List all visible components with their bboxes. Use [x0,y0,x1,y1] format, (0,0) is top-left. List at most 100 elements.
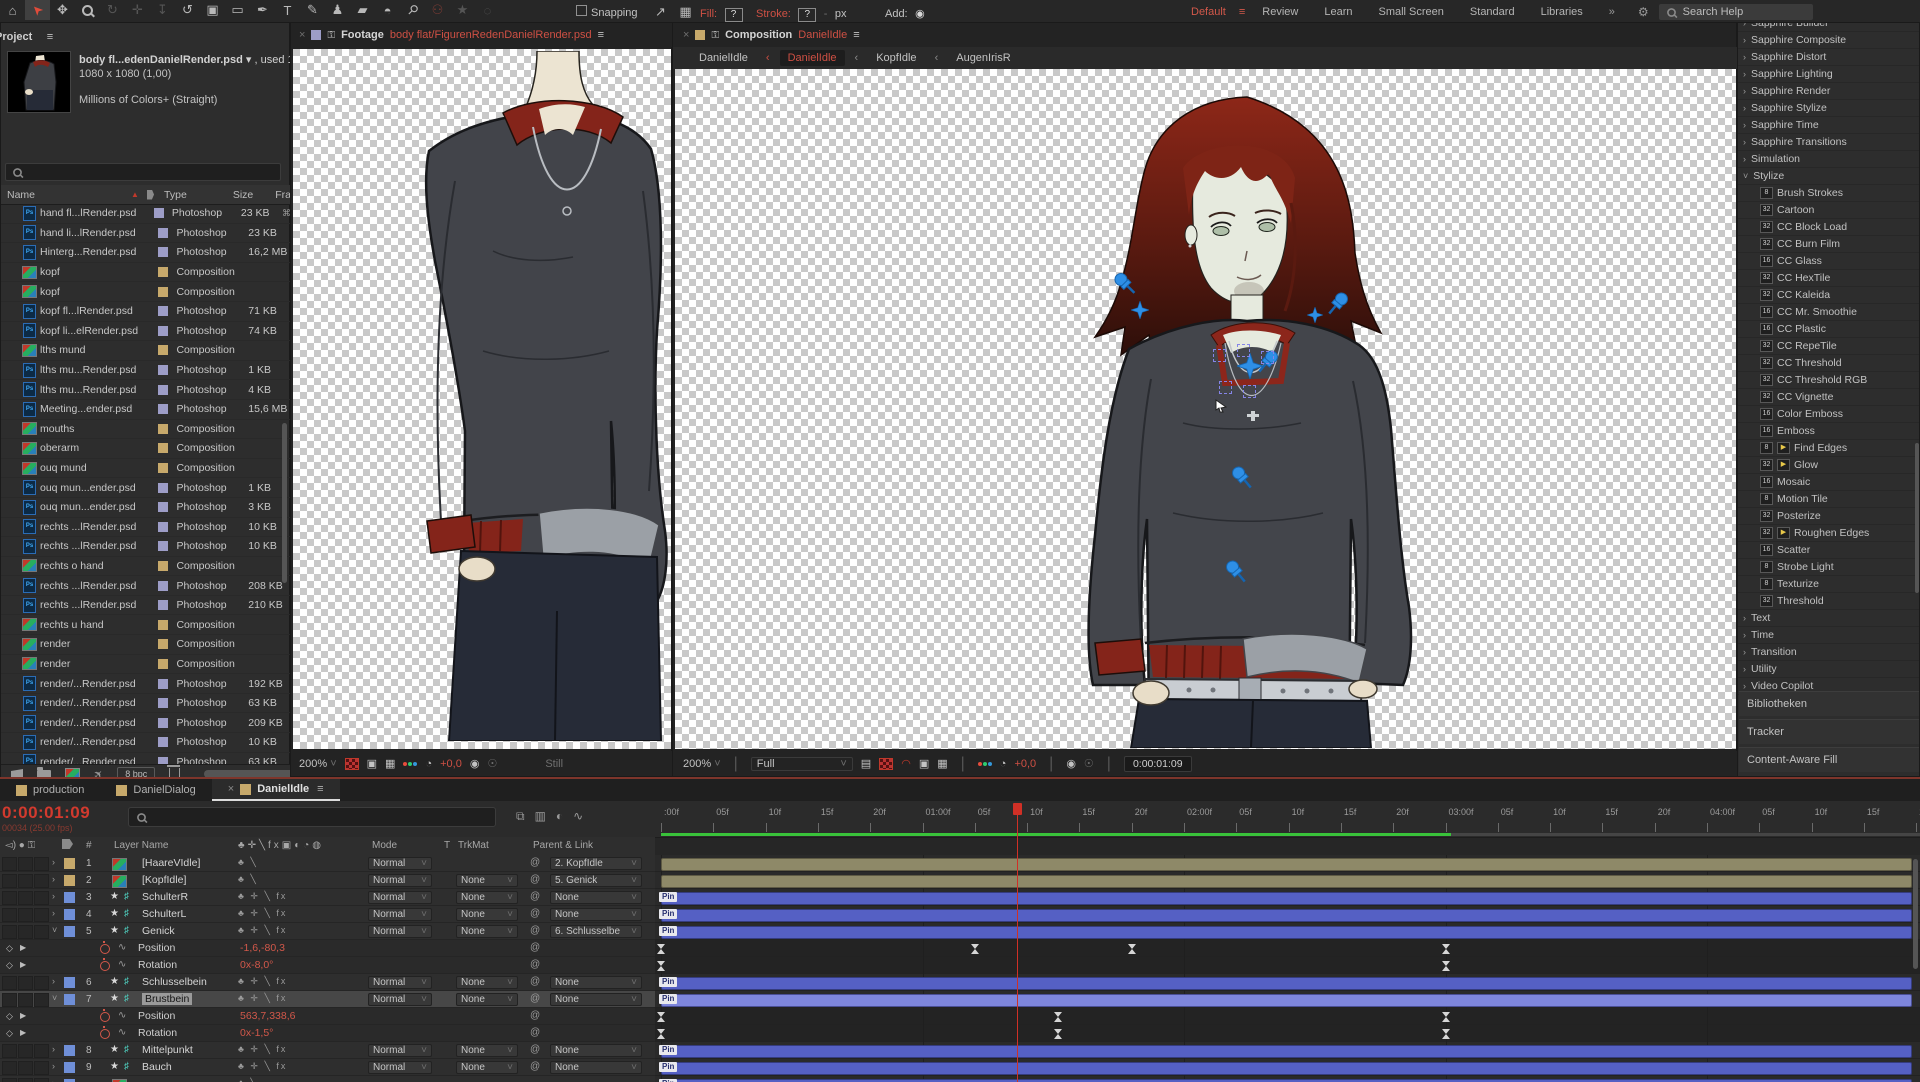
timeline-tab-danieldialog[interactable]: DanielDialog [100,779,211,801]
timeline-layer-row[interactable]: ›3★♯SchulterR♣ ✛ ╲ fxNormal˅None˅@None˅ [0,889,655,906]
timeline-tab-danielidle[interactable]: ×DanielIdle≡ [212,779,340,801]
comp-mini-flowchart-icon[interactable]: ⧉ [516,809,525,824]
exposure-icon[interactable]: ◔ [425,758,432,770]
av-toggle-cell[interactable] [18,976,33,990]
label-swatch[interactable] [158,345,168,355]
property-value[interactable]: -1,6,-80,3 [240,942,285,954]
sort-ascending-icon[interactable]: ▲ [131,190,139,199]
stopwatch-icon[interactable] [100,961,110,971]
property-pickwhip-icon[interactable]: @ [530,1010,540,1021]
av-toggle-cell[interactable] [18,1061,33,1075]
timeline-current-time[interactable]: 0:00:01:09 [2,803,90,823]
trkmat-select[interactable]: None˅ [456,976,518,989]
keyframe-icon[interactable] [1054,1034,1062,1039]
label-swatch[interactable] [158,541,168,551]
mode-select[interactable]: Normal˅ [368,857,432,870]
label-swatch[interactable] [158,581,168,591]
orbit-camera-tool-icon[interactable]: ↻ [100,0,125,20]
workspace-tab-small-screen[interactable]: Small Screen [1379,6,1444,18]
channels-icon[interactable] [978,762,992,766]
trkmat-select[interactable]: None˅ [456,1061,518,1074]
trkmat-select[interactable]: None˅ [456,1044,518,1057]
selected-footage-name[interactable]: body fl...edenDanielRender.psd [79,54,243,66]
pan-behind-tool-icon[interactable]: ▣ [200,0,225,20]
pin-selection-handle[interactable] [1243,385,1256,398]
layer-name[interactable]: Genick [142,925,175,937]
show-snapshot-icon[interactable]: ☉ [487,757,497,770]
effect-item[interactable]: 32CC HexTile [1738,270,1920,287]
keyframe-icon[interactable] [657,966,665,971]
label-swatch[interactable] [154,208,164,218]
footage-tab-menu-icon[interactable]: ≡ [598,29,604,41]
workspace-menu-icon[interactable]: ≡ [1239,6,1245,18]
parent-link-select[interactable]: 6. Schlusselbe˅ [550,925,642,938]
rotation-tool-icon[interactable]: ↺ [175,0,200,20]
label-swatch[interactable] [158,679,168,689]
effect-category[interactable]: ›Sapphire Time [1738,117,1920,134]
project-row[interactable]: Pskopf li...elRender.psdPhotoshop74 KB [1,322,291,342]
pen-tool-icon[interactable]: ✒ [250,0,275,20]
expander-arrow-icon[interactable]: › [1743,630,1746,640]
label-swatch[interactable] [158,659,168,669]
type-tool-icon[interactable]: T [275,0,300,20]
effect-item[interactable]: 32CC Threshold RGB [1738,372,1920,389]
timeline-layer-row[interactable]: ›2[KopfIdle]♣ ╲Normal˅None˅@5. Genick˅ [0,872,655,889]
mode-select[interactable]: Normal˅ [368,891,432,904]
parent-pickwhip-icon[interactable]: @ [530,1044,540,1055]
expander-arrow-icon[interactable]: › [1743,22,1746,28]
av-toggle-cell[interactable] [34,1061,49,1075]
roto-brush-tool-icon[interactable]: ◓ [375,0,400,20]
expander-arrow-icon[interactable]: › [1743,35,1746,45]
label-swatch[interactable] [158,561,168,571]
timeline-track-row[interactable]: Pin [655,1076,1920,1082]
col-mode[interactable]: Mode [372,840,397,851]
parent-link-select[interactable]: 5. Genick˅ [550,874,642,887]
expand-arrow-icon[interactable]: › [52,908,55,918]
safe-margins-icon[interactable]: ▣ [919,757,929,770]
col-name[interactable]: Name [7,189,35,201]
label-swatch[interactable] [158,287,168,297]
label-swatch[interactable] [158,483,168,493]
layer-duration-bar[interactable] [661,926,1912,939]
label-swatch[interactable] [158,247,168,257]
project-row[interactable]: rechts o handComposition [1,557,291,577]
effect-category[interactable]: ›Simulation [1738,151,1920,168]
av-toggle-cell[interactable] [2,1044,17,1058]
snapshot-camera-icon[interactable]: ◉ [470,757,480,770]
mode-select[interactable]: Normal˅ [368,1061,432,1074]
layer-name[interactable]: Brustbein [142,993,192,1005]
snapshot-camera-icon[interactable]: ◉ [1066,757,1076,770]
graph-icon[interactable]: ∿ [118,1027,126,1038]
eraser-tool-icon[interactable]: ▰ [350,0,375,20]
effect-item[interactable]: 32CC Kaleida [1738,287,1920,304]
project-row[interactable]: Psrechts ...lRender.psdPhotoshop208 KB [1,576,291,596]
scale-icon[interactable]: ↗ [648,2,673,22]
layer-label-swatch[interactable] [64,1062,75,1073]
graph-icon[interactable]: ∿ [118,942,126,953]
property-pickwhip-icon[interactable]: @ [530,1027,540,1038]
parent-pickwhip-icon[interactable]: @ [530,1061,540,1072]
project-row[interactable]: lths mundComposition [1,341,291,361]
property-pickwhip-icon[interactable]: @ [530,959,540,970]
keyframe-nav-next-icon[interactable]: ▶ [20,1028,26,1037]
label-swatch[interactable] [158,737,168,747]
snapping-toggle[interactable]: Snapping [576,3,638,21]
keyframe-icon[interactable] [657,1017,665,1022]
av-toggle-cell[interactable] [18,908,33,922]
project-row[interactable]: Pshand li...lRender.psdPhotoshop23 KB [1,224,291,244]
keyframe-icon[interactable] [657,1034,665,1039]
project-row[interactable]: mouthsComposition [1,420,291,440]
col-size[interactable]: Size [233,189,253,201]
av-toggle-cell[interactable] [18,857,33,871]
expander-arrow-icon[interactable]: › [1743,103,1746,113]
timeline-track-row[interactable]: Pin [655,991,1920,1008]
av-toggle-cell[interactable] [18,874,33,888]
layer-label-swatch[interactable] [64,977,75,988]
expander-arrow-icon[interactable]: › [1743,52,1746,62]
keyframe-icon[interactable] [1054,1017,1062,1022]
collapse-arrow-icon[interactable]: ˅ [52,925,57,935]
star-tool-icon[interactable]: ★ [450,0,475,20]
av-toggle-cell[interactable] [34,993,49,1007]
project-scrollbar[interactable] [282,423,287,583]
av-toggle-cell[interactable] [18,993,33,1007]
